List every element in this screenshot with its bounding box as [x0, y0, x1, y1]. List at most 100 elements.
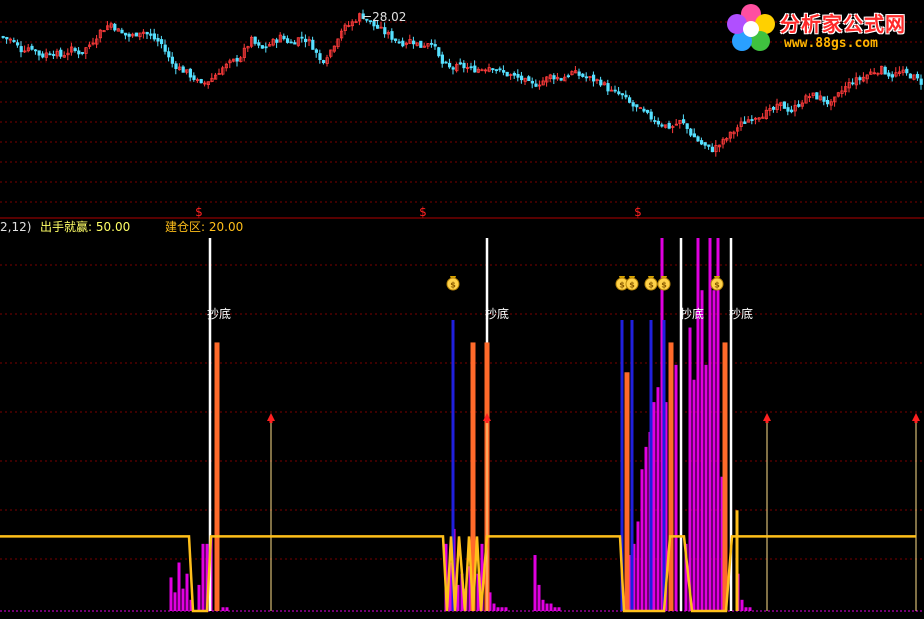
- candle: [732, 130, 736, 139]
- candle: [890, 71, 895, 82]
- candle: [462, 60, 466, 73]
- candle: [300, 31, 304, 43]
- candle: [62, 51, 67, 58]
- candle-body: [188, 68, 192, 78]
- orange-bar: [722, 342, 728, 611]
- money-bag-icon: $: [657, 276, 671, 291]
- candle: [145, 31, 149, 40]
- candle: [660, 122, 664, 128]
- candle-body: [916, 73, 920, 79]
- candle-body: [52, 54, 56, 56]
- candle-body: [660, 124, 664, 127]
- magenta-bar: [708, 238, 712, 611]
- candle: [80, 52, 84, 56]
- candle-body: [750, 119, 754, 122]
- candle: [440, 51, 445, 68]
- candle: [19, 41, 23, 58]
- candle: [606, 79, 610, 95]
- up-arrow-icon-stem: [485, 420, 489, 424]
- candle: [275, 37, 279, 48]
- candle: [653, 116, 657, 125]
- candle-body: [264, 46, 268, 49]
- candle: [505, 71, 509, 77]
- candle: [411, 36, 416, 49]
- magenta-bar: [225, 607, 229, 611]
- candle: [267, 42, 272, 47]
- candle-body: [375, 24, 380, 29]
- candle: [120, 27, 124, 34]
- candle: [714, 140, 718, 157]
- candle-body: [163, 44, 167, 52]
- max-price-label: ⌐28.02: [362, 10, 407, 24]
- candle: [397, 38, 401, 44]
- candle: [696, 135, 700, 142]
- candle: [437, 46, 441, 58]
- candle: [242, 43, 246, 62]
- magenta-bar: [656, 387, 660, 611]
- candle: [880, 65, 884, 75]
- signal-marker: $: [195, 205, 203, 219]
- candle: [761, 113, 765, 119]
- candle: [15, 39, 20, 48]
- candle-body: [411, 40, 416, 45]
- candle: [862, 72, 866, 83]
- money-bag-symbol: $: [661, 281, 667, 290]
- candle: [779, 102, 783, 111]
- candle: [800, 99, 805, 110]
- candle-body: [167, 51, 171, 58]
- candle: [577, 68, 581, 80]
- candle: [631, 99, 635, 112]
- yellow-bar: [735, 510, 739, 611]
- candle: [869, 68, 873, 75]
- magenta-bar: [744, 607, 748, 611]
- candle: [588, 75, 592, 81]
- logo-title: 分析家公式网: [780, 12, 906, 36]
- candle: [307, 36, 311, 47]
- up-arrow-icon: [763, 413, 771, 422]
- orange-bar: [214, 342, 220, 611]
- candle-body: [797, 104, 801, 107]
- candle-body: [235, 57, 239, 62]
- candle-body: [192, 75, 196, 80]
- candle: [231, 58, 236, 63]
- candle: [149, 28, 153, 40]
- candle: [793, 100, 797, 117]
- candle: [786, 103, 790, 116]
- candle-body: [12, 40, 16, 43]
- candle: [844, 82, 848, 96]
- candle-body: [505, 71, 509, 77]
- candle-body: [620, 93, 625, 96]
- signal-marker: $: [634, 205, 642, 219]
- candle: [556, 72, 560, 81]
- candle: [599, 76, 603, 87]
- candle: [98, 28, 102, 43]
- candle-body: [646, 109, 650, 113]
- money-bag-symbol: $: [714, 281, 720, 290]
- candle-body: [905, 68, 909, 74]
- max-arrow-icon: ⌐: [362, 10, 373, 24]
- candle-body: [638, 107, 643, 110]
- candle: [638, 106, 643, 110]
- candle-body: [397, 41, 401, 44]
- candle: [700, 137, 704, 146]
- candle-body: [444, 61, 448, 64]
- candle: [710, 143, 715, 153]
- candle: [451, 65, 455, 75]
- candle: [239, 56, 243, 63]
- candle: [754, 116, 758, 125]
- money-bag-icon: $: [625, 276, 639, 291]
- candle: [415, 42, 419, 47]
- candle: [685, 123, 689, 134]
- candle: [664, 124, 668, 129]
- candle: [350, 19, 355, 31]
- candle-body: [48, 53, 52, 56]
- candle: [908, 73, 913, 79]
- candle: [545, 76, 549, 87]
- candle: [563, 73, 567, 82]
- magenta-bar: [652, 402, 656, 611]
- candle: [444, 60, 448, 64]
- magenta-bar: [541, 599, 545, 611]
- magenta-bar: [704, 364, 708, 611]
- candle: [34, 48, 38, 55]
- candle: [124, 32, 128, 40]
